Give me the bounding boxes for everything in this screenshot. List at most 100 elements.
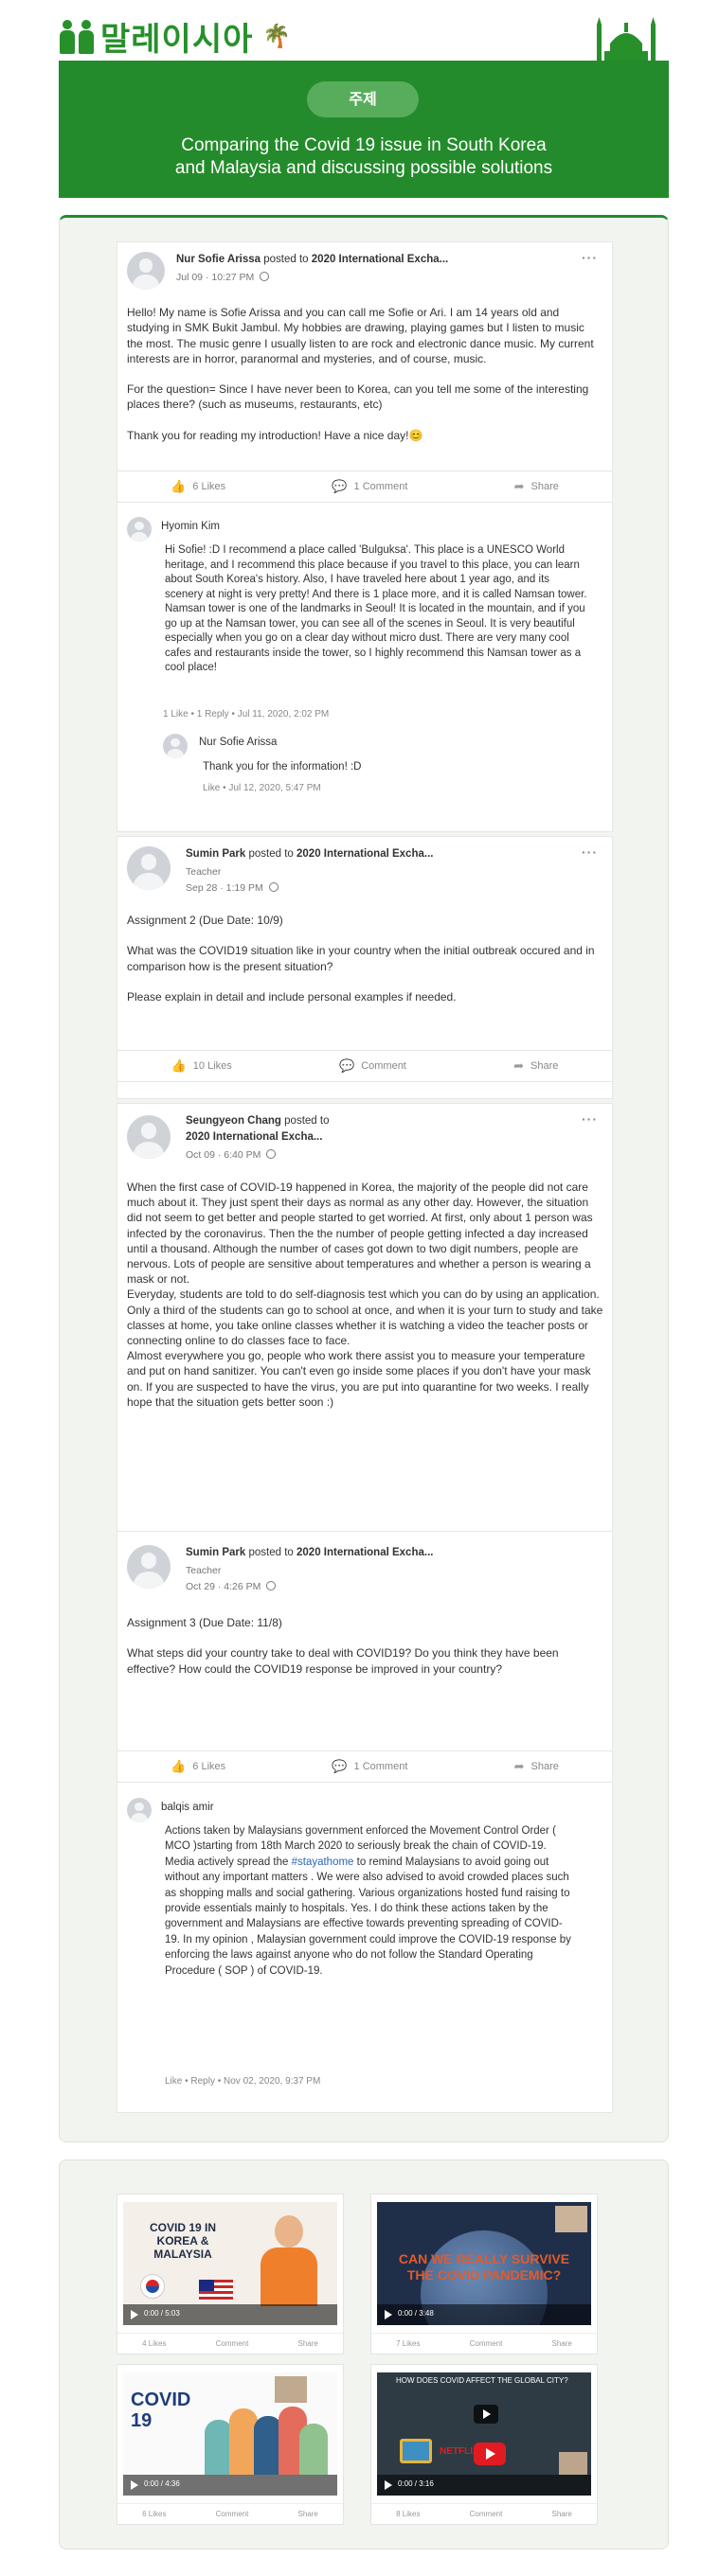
video-controls[interactable]: 0:00 / 4:36 bbox=[123, 2475, 337, 2496]
globe-icon bbox=[266, 1149, 277, 1159]
like-button[interactable]: 👍 6 Likes bbox=[171, 479, 225, 494]
comment-body: Actions taken by Malaysians government e… bbox=[165, 1823, 574, 1979]
video-comment-button[interactable]: Comment bbox=[216, 2339, 249, 2348]
comment-meta[interactable]: Like • Jul 12, 2020, 5:47 PM bbox=[203, 783, 321, 793]
like-button[interactable]: 👍 6 Likes bbox=[171, 1759, 225, 1774]
video-comment-button[interactable]: Comment bbox=[470, 2510, 503, 2518]
like-count: 6 Likes bbox=[192, 481, 226, 492]
posted-to-text: posted to bbox=[284, 1115, 330, 1127]
post-time-row: Oct 29 · 4:26 PM bbox=[186, 1581, 277, 1592]
comment-author[interactable]: balqis amir bbox=[161, 1802, 214, 1813]
play-overlay-icon[interactable] bbox=[474, 2405, 498, 2424]
author-name[interactable]: Seungyeon Chang bbox=[186, 1115, 281, 1127]
group-link[interactable]: 2020 International Excha... bbox=[297, 848, 433, 860]
more-options-icon[interactable]: ··· bbox=[582, 844, 598, 860]
thumbs-up-icon: 👍 bbox=[171, 479, 187, 493]
video-player[interactable]: HOW DOES COVID AFFECT THE GLOBAL CITY? N… bbox=[377, 2372, 591, 2496]
comment-body: Hi Sofie! :D I recommend a place called … bbox=[165, 544, 587, 673]
video-player[interactable]: CAN WE REALLY SURVIVE THE COVID PANDEMIC… bbox=[377, 2202, 591, 2325]
avatar[interactable] bbox=[127, 846, 171, 890]
share-button[interactable]: ➦ Share bbox=[513, 1058, 558, 1074]
video-player[interactable]: COVID 19 IN KOREA & MALAYSIA 0:00 / 5:03 bbox=[123, 2202, 337, 2325]
video-like-button[interactable]: 8 Likes bbox=[396, 2510, 420, 2518]
video-comment-button[interactable]: Comment bbox=[216, 2510, 249, 2518]
avatar[interactable] bbox=[127, 1545, 171, 1589]
video-time: 0:00 / 4:36 bbox=[144, 2479, 180, 2488]
tv-icon bbox=[400, 2439, 432, 2463]
video-share-button[interactable]: Share bbox=[298, 2339, 318, 2348]
hashtag-link[interactable]: #stayathome bbox=[292, 1856, 354, 1868]
comment-button[interactable]: 💬 1 Comment bbox=[332, 1759, 407, 1774]
video-share-button[interactable]: Share bbox=[552, 2339, 572, 2348]
video-controls[interactable]: 0:00 / 3:48 bbox=[377, 2304, 591, 2325]
post-card: Sumin Park posted to 2020 International … bbox=[117, 836, 613, 1099]
malaysia-flag-icon bbox=[199, 2280, 233, 2301]
video-like-button[interactable]: 6 Likes bbox=[142, 2510, 166, 2518]
palm-tree-icon: 🌴 bbox=[262, 24, 292, 49]
post-paragraph: What steps did your country take to deal… bbox=[127, 1646, 559, 1676]
share-icon: ➦ bbox=[513, 1759, 525, 1773]
like-count: 10 Likes bbox=[192, 1060, 232, 1072]
video-share-button[interactable]: Share bbox=[298, 2510, 318, 2518]
comment-author[interactable]: Nur Sofie Arissa bbox=[199, 737, 277, 748]
play-icon[interactable] bbox=[131, 2310, 138, 2319]
comment-button[interactable]: 💬 Comment bbox=[339, 1058, 406, 1074]
globe-icon bbox=[268, 882, 279, 892]
topic-pill: 주제 bbox=[307, 81, 419, 117]
like-button[interactable]: 👍 10 Likes bbox=[171, 1058, 232, 1074]
banner-title-line2: and Malaysia and discussing possible sol… bbox=[174, 158, 553, 178]
group-link-label[interactable]: 2020 International Excha... bbox=[186, 1131, 322, 1143]
post-time: Jul 09 · 10:27 PM bbox=[176, 272, 255, 283]
author-name[interactable]: Sumin Park bbox=[186, 1547, 245, 1558]
video-player[interactable]: COVID 19 0:00 / 4:36 bbox=[123, 2372, 337, 2496]
video-card: COVID 19 IN KOREA & MALAYSIA 0:00 / 5:03… bbox=[117, 2194, 344, 2354]
group-link[interactable]: 2020 International Excha... bbox=[312, 254, 448, 265]
video-title: COVID 19 IN KOREA & MALAYSIA bbox=[131, 2221, 235, 2261]
share-button[interactable]: ➦ Share bbox=[514, 479, 559, 494]
share-button[interactable]: ➦ Share bbox=[514, 1759, 559, 1774]
video-title-line: CAN WE REALLY SURVIVE bbox=[398, 2251, 570, 2266]
play-icon[interactable] bbox=[385, 2480, 392, 2490]
share-label: Share bbox=[530, 1060, 559, 1072]
video-controls[interactable]: 0:00 / 5:03 bbox=[123, 2304, 337, 2325]
page-header: 말레이시아 🌴 bbox=[59, 13, 669, 62]
avatar[interactable] bbox=[127, 517, 152, 542]
video-title-line: COVID 19 IN bbox=[149, 2221, 217, 2234]
group-link[interactable]: 2020 International Excha... bbox=[186, 1131, 322, 1143]
youtube-play-icon[interactable] bbox=[474, 2443, 506, 2465]
banner-title-line1: Comparing the Covid 19 issue in South Ko… bbox=[181, 135, 547, 155]
video-like-button[interactable]: 4 Likes bbox=[142, 2339, 166, 2348]
post-paragraph: Assignment 3 (Due Date: 11/8) bbox=[127, 1616, 282, 1629]
video-title-line: COVID bbox=[131, 2389, 191, 2410]
more-options-icon[interactable]: ··· bbox=[582, 250, 598, 265]
comment-meta[interactable]: 1 Like • 1 Reply • Jul 11, 2020, 2:02 PM bbox=[163, 709, 329, 720]
post-actions: 👍 6 Likes 💬 1 Comment ➦ Share bbox=[117, 1750, 612, 1783]
group-link[interactable]: 2020 International Excha... bbox=[297, 1547, 433, 1558]
comment-author[interactable]: Hyomin Kim bbox=[161, 521, 220, 532]
avatar[interactable] bbox=[127, 1798, 152, 1822]
comment-button[interactable]: 💬 1 Comment bbox=[332, 479, 407, 494]
avatar[interactable] bbox=[127, 252, 165, 290]
video-controls[interactable]: 0:00 / 3:16 bbox=[377, 2475, 591, 2496]
author-name[interactable]: Nur Sofie Arissa bbox=[176, 254, 261, 265]
thumbs-up-icon: 👍 bbox=[171, 1058, 187, 1073]
topic-banner: 주제 Comparing the Covid 19 issue in South… bbox=[59, 61, 669, 198]
share-icon: ➦ bbox=[513, 1058, 524, 1073]
avatar[interactable] bbox=[163, 734, 188, 758]
video-share-button[interactable]: Share bbox=[552, 2510, 572, 2518]
comment-label: Comment bbox=[361, 1060, 406, 1072]
play-icon[interactable] bbox=[385, 2310, 392, 2319]
post-time-row: Sep 28 · 1:19 PM bbox=[186, 882, 279, 894]
play-icon[interactable] bbox=[131, 2480, 138, 2490]
more-options-icon[interactable]: ··· bbox=[582, 1111, 598, 1127]
author-role: Teacher bbox=[186, 1565, 222, 1576]
comment-meta[interactable]: Like • Reply • Nov 02, 2020, 9:37 PM bbox=[165, 2076, 320, 2087]
posted-to-text: posted to bbox=[248, 1547, 294, 1558]
video-title: COVID 19 bbox=[131, 2389, 207, 2431]
video-actions: 8 Likes Comment Share bbox=[371, 2503, 597, 2524]
video-actions: 6 Likes Comment Share bbox=[117, 2503, 343, 2524]
video-like-button[interactable]: 7 Likes bbox=[396, 2339, 420, 2348]
video-comment-button[interactable]: Comment bbox=[470, 2339, 503, 2348]
avatar[interactable] bbox=[127, 1115, 171, 1159]
author-name[interactable]: Sumin Park bbox=[186, 848, 245, 860]
